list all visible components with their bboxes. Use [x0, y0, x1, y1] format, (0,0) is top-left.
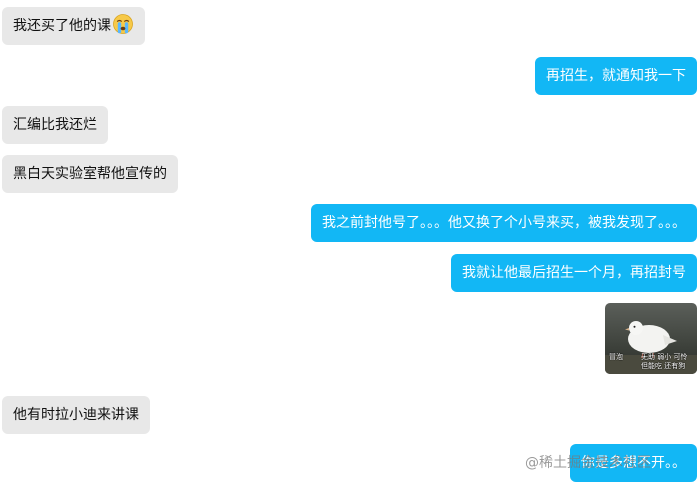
message-text: 你是多想不开。。: [581, 455, 686, 471]
message-bubble-outgoing[interactable]: 你是多想不开。。: [570, 444, 697, 482]
message-text: 他有时拉小迪来讲课: [13, 407, 139, 423]
message-bubble-incoming[interactable]: 我还买了他的课: [2, 7, 145, 45]
sticker-image[interactable]: 冒泡 无助 弱小 可怜 但能吃 还有狗: [605, 303, 697, 374]
crying-face-icon: [113, 14, 133, 34]
message-bubble-outgoing[interactable]: 我之前封他号了。。。他又换了个小号来买，被我发现了。。。: [311, 204, 697, 242]
sticker-caption: 冒泡: [609, 353, 623, 361]
message-bubble-outgoing[interactable]: 我就让他最后招生一个月，再招封号: [451, 254, 697, 292]
message-text: 再招生，就通知我一下: [546, 68, 686, 84]
message-bubble-incoming[interactable]: 他有时拉小迪来讲课: [2, 396, 150, 434]
message-bubble-outgoing[interactable]: 再招生，就通知我一下: [535, 57, 697, 95]
message-text: 我就让他最后招生一个月，再招封号: [462, 265, 686, 281]
sticker-caption: 但能吃 还有狗: [641, 362, 686, 370]
message-text: 黑白天实验室帮他宣传的: [13, 166, 167, 182]
sticker-caption: 无助 弱小 可怜: [641, 353, 688, 361]
message-text: 我之前封他号了。。。他又换了个小号来买，被我发现了。。。: [322, 215, 686, 231]
message-bubble-incoming[interactable]: 汇编比我还烂: [2, 106, 108, 144]
message-text: 汇编比我还烂: [13, 117, 97, 133]
message-text: 我还买了他的课: [13, 18, 111, 34]
message-bubble-incoming[interactable]: 黑白天实验室帮他宣传的: [2, 155, 178, 193]
